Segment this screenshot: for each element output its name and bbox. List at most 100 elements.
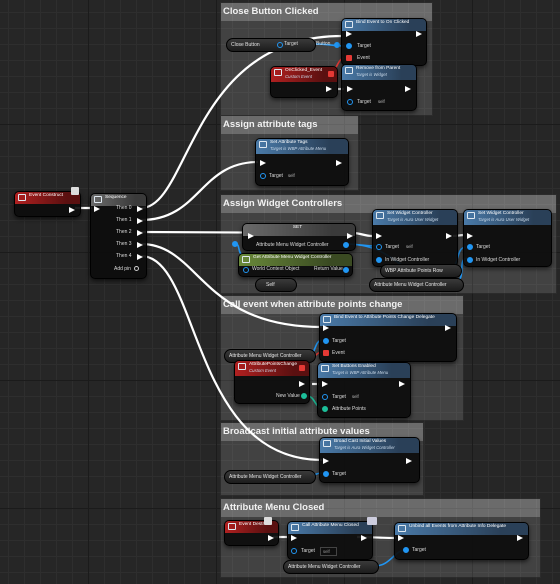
remove-from-parent-node[interactable]: Remove from Parent Target is Widget Targe… <box>341 64 417 111</box>
widget-controller-getter[interactable]: Attribute Menu Widget Controller <box>224 470 316 484</box>
target-pin[interactable] <box>376 244 382 250</box>
exec-out-pin[interactable] <box>445 325 451 331</box>
points-row-getter[interactable]: WBP Attribute Points Row <box>380 264 462 278</box>
close-button-getter[interactable]: Close Button <box>226 38 316 52</box>
bind-on-clicked-node[interactable]: Bind Event to On Clicked Target Event <box>341 18 427 66</box>
exec-in-pin[interactable] <box>323 458 329 464</box>
target-label: Target <box>357 99 371 105</box>
attribute-points-change-event[interactable]: AttributePointsChange Custom Event New Va… <box>234 360 310 404</box>
broadcast-initial-values-node[interactable]: Broad Cast Initial Values Target is Aura … <box>319 437 420 483</box>
set-variable-node[interactable]: SET Attribute Menu Widget Controller <box>242 223 356 251</box>
onclicked-event-node[interactable]: OnClicked_Event Custom Event <box>270 66 338 98</box>
add-pin-icon[interactable] <box>134 266 139 271</box>
widget-controller-getter[interactable]: Attribute Menu Widget Controller <box>283 560 379 574</box>
target-pin[interactable] <box>323 338 329 344</box>
exec-out-pin[interactable] <box>326 86 332 92</box>
exec-out-pin[interactable] <box>361 535 367 541</box>
widget-controller-getter[interactable]: Attribute Menu Widget Controller <box>369 278 464 292</box>
self-field[interactable]: self <box>320 547 337 556</box>
target-label: Target <box>385 244 399 250</box>
self-value: self <box>378 99 385 104</box>
delegate-out-pin[interactable] <box>328 71 334 77</box>
node-header: Broad Cast Initial Values Target is Aura … <box>320 438 419 453</box>
var-out-pin[interactable] <box>343 242 349 248</box>
delegate-out-pin[interactable] <box>299 365 305 371</box>
event-icon <box>228 523 236 530</box>
exec-in-pin[interactable] <box>94 206 100 212</box>
var-label: Self <box>266 282 275 288</box>
var-in-pin[interactable] <box>232 241 238 247</box>
target-pin[interactable] <box>322 394 328 400</box>
exec-in-pin[interactable] <box>291 535 297 541</box>
target-pin[interactable] <box>467 244 473 250</box>
var-label: Attribute Menu Widget Controller <box>229 474 302 480</box>
exec-in-pin[interactable] <box>322 381 328 387</box>
exec-in-pin[interactable] <box>248 233 254 239</box>
target-pin[interactable] <box>347 99 353 105</box>
node-title: Set Attribute Tags <box>270 140 308 145</box>
in-widget-controller-pin[interactable] <box>376 257 382 263</box>
sequence-then-0: Then 0 <box>116 205 132 211</box>
node-header: Remove from Parent Target is Widget <box>342 65 416 80</box>
exec-out-pin[interactable] <box>347 233 353 239</box>
target-label: Target <box>412 547 426 553</box>
exec-in-pin[interactable] <box>347 86 353 92</box>
exec-out-pin[interactable] <box>268 535 274 541</box>
target-pin[interactable] <box>323 471 329 477</box>
attribute-points-pin[interactable] <box>322 406 328 412</box>
set-widget-controller-node-1[interactable]: Set Widget Controller Target is Aura User… <box>372 209 458 267</box>
return-value-pin[interactable] <box>343 267 349 273</box>
target-pin[interactable] <box>403 547 409 553</box>
exec-in-pin[interactable] <box>260 160 266 166</box>
exec-in-pin[interactable] <box>323 325 329 331</box>
exec-out-pin[interactable] <box>137 206 143 212</box>
node-title: SET <box>292 225 303 230</box>
node-header: Set Attribute Tags Target is WBP Attribut… <box>256 139 348 154</box>
exec-out-pin[interactable] <box>406 458 412 464</box>
exec-out-pin[interactable] <box>517 535 523 541</box>
self-reference-node[interactable]: Self <box>255 278 297 292</box>
set-buttons-enabled-node[interactable]: Set Buttons Enabled Target is WBP Attribu… <box>317 362 411 418</box>
exec-out-pin[interactable] <box>405 86 411 92</box>
node-title: OnClicked_Event <box>285 68 323 73</box>
exec-out-pin[interactable] <box>137 230 143 236</box>
call-attribute-menu-closed-node[interactable]: Call Attribute Menu Closed Target self <box>287 521 373 560</box>
event-pin[interactable] <box>346 55 352 61</box>
world-context-pin[interactable] <box>243 267 249 273</box>
target-pin[interactable] <box>346 43 352 49</box>
function-icon <box>345 21 353 28</box>
get-widget-controller-node[interactable]: Get Attribute Menu Widget Controller Wor… <box>238 253 353 277</box>
function-icon <box>398 525 406 532</box>
exec-out-pin[interactable] <box>299 381 305 387</box>
target-label: Target <box>357 43 371 49</box>
exec-in-pin[interactable] <box>398 535 404 541</box>
exec-out-pin[interactable] <box>137 218 143 224</box>
new-value-pin[interactable] <box>301 393 307 399</box>
button-out-pin[interactable] <box>334 42 340 48</box>
graph-canvas[interactable]: Close Button Clicked Assign attribute ta… <box>0 0 560 584</box>
close-button-target-label: Target <box>284 41 298 47</box>
event-pin[interactable] <box>323 350 329 356</box>
exec-out-pin[interactable] <box>416 31 422 37</box>
sequence-node[interactable]: Sequence Then 0 Then 1 Then 2 Then 3 The… <box>90 193 147 279</box>
exec-out-pin[interactable] <box>446 233 452 239</box>
in-widget-controller-pin[interactable] <box>467 257 473 263</box>
exec-in-pin[interactable] <box>346 31 352 37</box>
exec-out-pin[interactable] <box>336 160 342 166</box>
target-pin[interactable] <box>291 548 297 554</box>
exec-in-pin[interactable] <box>467 233 473 239</box>
exec-out-pin[interactable] <box>137 254 143 260</box>
target-pin[interactable] <box>277 42 283 48</box>
target-pin[interactable] <box>260 173 266 179</box>
add-pin-button[interactable]: Add pin <box>114 266 131 272</box>
exec-out-pin[interactable] <box>69 207 75 213</box>
node-subtitle: Custom Event <box>249 367 276 373</box>
unbind-all-events-node[interactable]: Unbind all Events from Attribute Info De… <box>394 522 529 560</box>
set-widget-controller-node-2[interactable]: Set Widget Controller Target is Aura User… <box>463 209 552 267</box>
bind-points-change-node[interactable]: Bind Event to Attribute Points Change De… <box>319 313 457 362</box>
set-attribute-tags-node[interactable]: Set Attribute Tags Target is WBP Attribut… <box>255 138 349 186</box>
exec-out-pin[interactable] <box>137 242 143 248</box>
exec-in-pin[interactable] <box>376 233 382 239</box>
exec-out-pin[interactable] <box>399 381 405 387</box>
node-header: SET <box>243 224 355 236</box>
